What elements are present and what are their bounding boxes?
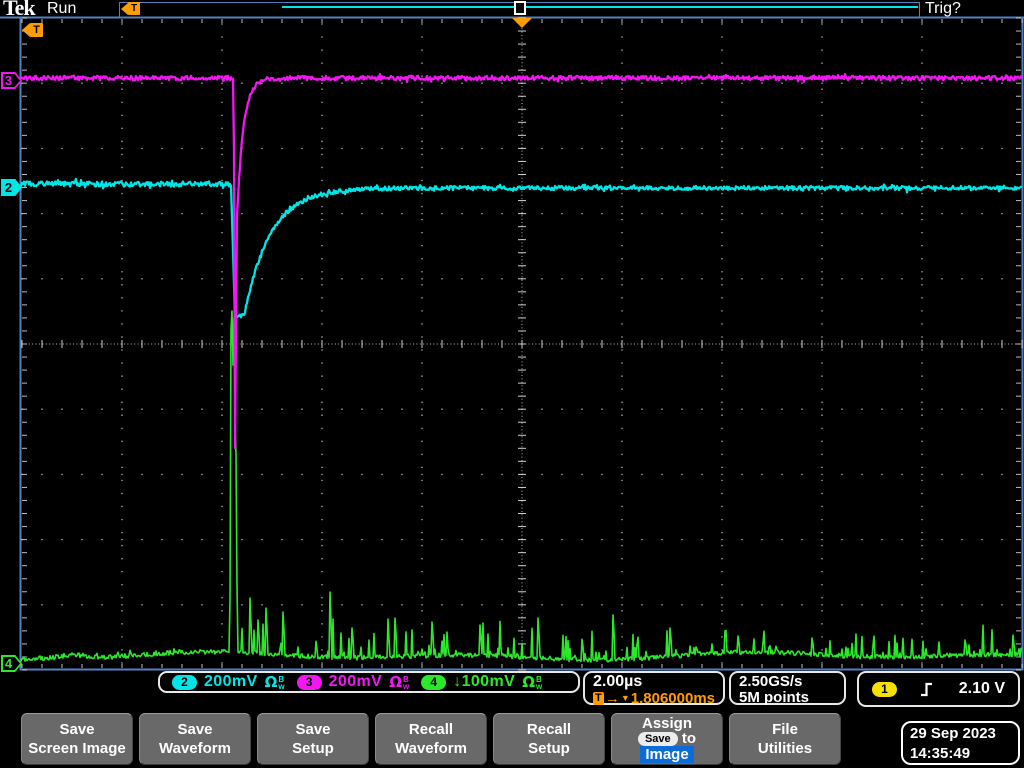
delay-marker-icon: ▼ <box>620 693 630 703</box>
channel-coupling: ΩBw <box>522 672 543 691</box>
channel-coupling: ΩBw <box>264 672 285 691</box>
flag-arrow-icon <box>22 23 30 37</box>
button-label-line1: Save <box>295 721 331 738</box>
channel-readout-ch4[interactable]: 4 ↓100mV Ω Bw <box>421 674 542 690</box>
channel3-marker[interactable]: 3 <box>1 72 22 89</box>
sample-rate: 2.50GS/s <box>739 673 803 690</box>
channel-readout-ch3[interactable]: 3 200mV Ω Bw <box>296 672 410 691</box>
channel-badge: 3 <box>296 674 322 690</box>
button-label-line2: Screen Image <box>28 740 126 757</box>
save-pill: Save <box>637 731 678 746</box>
flag-label: T <box>128 2 140 15</box>
button-label-line1: Recall <box>526 721 572 738</box>
channel4-marker[interactable]: 4 <box>1 655 22 672</box>
channel-scale: 200mV <box>204 673 258 690</box>
horizontal-scale: 2.00µs <box>593 673 643 690</box>
menu-button-assign-image[interactable]: Assign Save to Image <box>611 713 723 765</box>
horizontal-delay: 1.806000ms <box>630 690 715 707</box>
record-length: 5M points <box>739 689 809 706</box>
tek-logo: Tek <box>3 0 36 20</box>
flag-label: T <box>30 23 43 37</box>
menu-button-save-setup[interactable]: Save Setup <box>257 713 369 765</box>
trigger-status: Trig? <box>925 0 961 17</box>
bandwidth-limit-icon: Bw <box>402 674 410 691</box>
record-view-waveform <box>282 6 918 8</box>
date-label: 29 Sep 2023 <box>910 725 996 742</box>
trigger-readout-box[interactable]: 1 2.10 V <box>857 671 1020 707</box>
ohm-icon: Ω <box>522 672 535 691</box>
channel-coupling: ΩBw <box>389 672 410 691</box>
graticule-and-waveforms <box>0 16 1024 671</box>
trigger-level: 2.10 V <box>958 680 1005 697</box>
ohm-icon: Ω <box>264 672 278 691</box>
horizontal-delay-row: T → ▼ 1.806000ms <box>593 691 715 706</box>
trigger-offscreen-icon[interactable]: T <box>22 23 43 37</box>
channel-badge: 2 <box>172 674 197 690</box>
menu-button-save-waveform[interactable]: Save Waveform <box>139 713 251 765</box>
button-label-line2: Waveform <box>159 740 231 757</box>
datetime-box: 29 Sep 2023 14:35:49 <box>901 721 1020 765</box>
button-label-line1: Recall <box>408 721 454 738</box>
trigger-t-icon: T <box>593 692 604 705</box>
channel-badge: 4 <box>421 674 447 690</box>
button-label-line2: Save to <box>612 731 722 746</box>
channel-scale: 200mV <box>328 673 383 690</box>
button-label-line1: Assign <box>641 714 692 732</box>
bandwidth-limit-icon: Bw <box>278 674 285 691</box>
trigger-source-badge: 1 <box>872 681 897 697</box>
menu-button-save-screen-image[interactable]: Save Screen Image <box>21 713 133 765</box>
button-label-line1: Save <box>177 721 213 738</box>
record-view-window-bracket[interactable] <box>514 1 526 15</box>
menu-button-file-utilities[interactable]: File Utilities <box>729 713 841 765</box>
menu-button-recall-setup[interactable]: Recall Setup <box>493 713 605 765</box>
marker-label: 4 <box>4 656 13 671</box>
button-label-line2: Utilities <box>757 740 813 757</box>
marker-label: 2 <box>4 180 13 195</box>
rising-edge-icon <box>921 682 932 696</box>
button-label-line2: Setup <box>292 740 334 757</box>
oscilloscope-screen: Tek Run T Trig? T 3 2 4 2 200mV Ω Bw 3 200mV Ω… <box>0 0 1024 768</box>
button-label-line1: File <box>772 721 798 738</box>
channel-readout-ch2[interactable]: 2 200mV Ω Bw <box>172 674 285 690</box>
ohm-icon: Ω <box>389 672 402 691</box>
expansion-point-icon[interactable] <box>512 18 532 28</box>
button-label-line3: Image <box>612 745 722 763</box>
channel2-marker[interactable]: 2 <box>1 179 22 196</box>
time-label: 14:35:49 <box>910 745 971 762</box>
flag-arrow-icon <box>121 2 128 15</box>
acquisition-readout-box[interactable]: 2.50GS/s 5M points <box>729 671 846 706</box>
channel-scale: ↓100mV <box>453 673 516 690</box>
button-label-line2: Waveform <box>395 740 467 757</box>
button-label-line1: Save <box>59 721 95 738</box>
record-trigger-position-icon[interactable]: T <box>121 2 140 15</box>
delay-arrow-icon: → <box>604 690 620 707</box>
acquisition-status: Run <box>47 0 77 17</box>
menu-button-recall-waveform[interactable]: Recall Waveform <box>375 713 487 765</box>
assign-target-highlight: Image <box>640 745 694 763</box>
channel-readouts-box[interactable]: 2 200mV Ω Bw 3 200mV Ω Bw 4 ↓100mV Ω Bw <box>158 671 580 693</box>
horizontal-readout-box[interactable]: 2.00µs T → ▼ 1.806000ms <box>583 671 725 706</box>
button-label-line2: Setup <box>528 740 570 757</box>
bandwidth-limit-icon: Bw <box>535 674 543 691</box>
marker-label: 3 <box>4 73 13 88</box>
